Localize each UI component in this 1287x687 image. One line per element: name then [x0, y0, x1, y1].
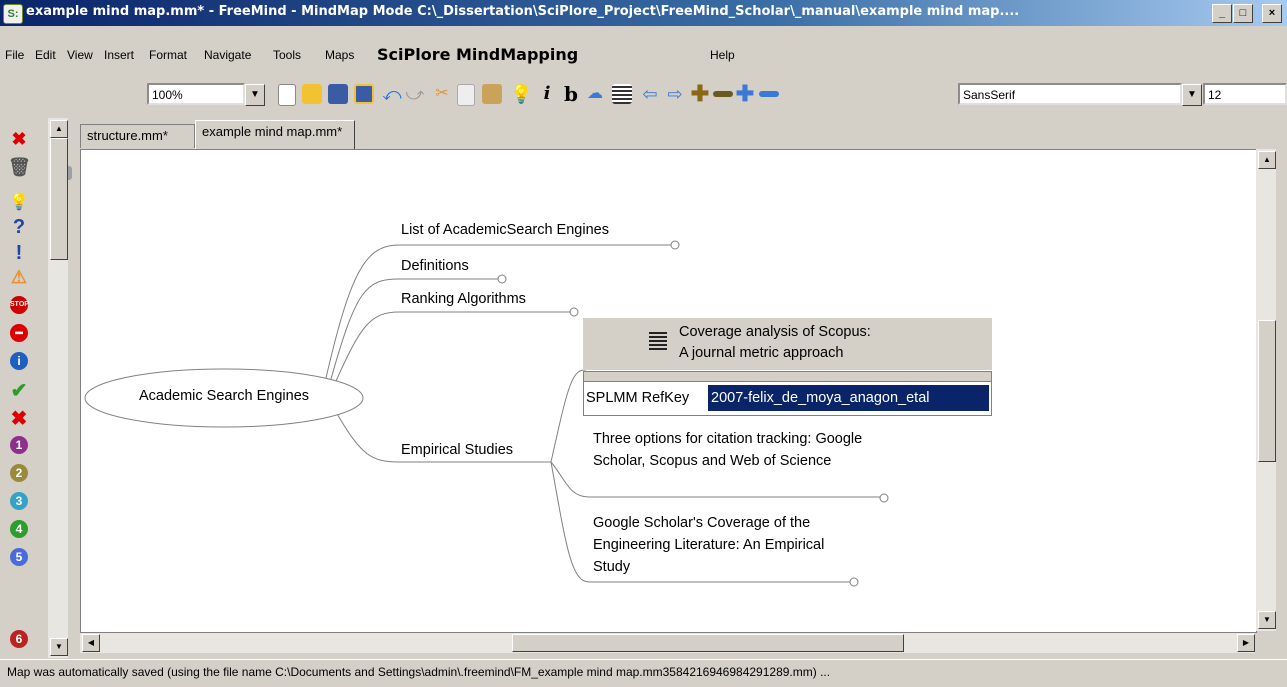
minimize-button[interactable]: _	[1212, 4, 1232, 23]
font-family-dropdown-button[interactable]: ▼	[1182, 84, 1202, 106]
study-title-line1: Coverage analysis of Scopus:	[679, 324, 871, 340]
menu-edit[interactable]: Edit	[35, 48, 56, 62]
save-icon[interactable]	[328, 84, 348, 104]
important-icon[interactable]: !	[8, 242, 30, 264]
study-node-scopus[interactable]: Coverage analysis of Scopus: A journal m…	[583, 318, 992, 370]
attributes-icon[interactable]	[612, 84, 632, 104]
cross-icon[interactable]: ✖	[8, 408, 30, 430]
priority-1-icon[interactable]: 1	[10, 436, 28, 454]
cut-icon[interactable]: ✂	[432, 84, 452, 104]
canvas-vertical-thumb[interactable]	[1258, 320, 1276, 462]
node-empirical-studies[interactable]: Empirical Studies	[401, 442, 513, 458]
stop-sign-icon[interactable]: ━	[10, 324, 28, 342]
save-as-icon[interactable]	[354, 84, 374, 104]
stop-icon[interactable]: STOP	[10, 296, 29, 314]
menu-navigate[interactable]: Navigate	[204, 48, 251, 62]
font-family-select[interactable]: SansSerif	[958, 83, 1182, 105]
attributes-icon	[649, 332, 667, 350]
minus-icon[interactable]	[713, 91, 733, 97]
idea-icon[interactable]: 💡	[8, 192, 30, 214]
menu-file[interactable]: File	[5, 48, 24, 62]
window-title: example mind map.mm* - FreeMind - MindMa…	[26, 4, 1020, 19]
priority-6-icon[interactable]: 6	[10, 630, 28, 648]
priority-3-icon[interactable]: 3	[10, 492, 28, 510]
attribute-key[interactable]: SPLMM RefKey	[586, 390, 689, 406]
paste-icon[interactable]	[482, 84, 502, 104]
node-list-of-engines[interactable]: List of AcademicSearch Engines	[401, 222, 609, 238]
menu-help[interactable]: Help	[710, 48, 735, 62]
study-title-line2: A journal metric approach	[679, 345, 844, 361]
study-node-google-scholar-coverage[interactable]: Google Scholar's Coverage of the Enginee…	[593, 512, 853, 578]
cloud-icon[interactable]: ☁	[585, 84, 605, 104]
priority-2-icon[interactable]: 2	[10, 464, 28, 482]
zoom-select[interactable]: 100%	[147, 83, 245, 105]
undo-icon[interactable]: ⤺	[382, 84, 402, 104]
plus-icon[interactable]: ✚	[690, 83, 710, 105]
canvas-scroll-up-button[interactable]: ▲	[1258, 151, 1276, 169]
menu-tools[interactable]: Tools	[273, 48, 301, 62]
attribute-table-header	[583, 371, 992, 381]
maximize-button[interactable]: □	[1233, 4, 1253, 23]
redo-icon[interactable]: ⤻	[405, 84, 425, 104]
blue-minus-icon[interactable]	[759, 91, 779, 97]
left-arrow-icon[interactable]: ⇦	[640, 84, 660, 104]
study-node-citation-tracking[interactable]: Three options for citation tracking: Goo…	[593, 428, 883, 472]
title-bar: S: example mind map.mm* - FreeMind - Min…	[0, 0, 1287, 26]
menu-insert[interactable]: Insert	[104, 48, 134, 62]
icon-panel-scroll-thumb[interactable]	[50, 138, 68, 260]
copy-icon[interactable]	[457, 84, 475, 106]
status-bar: Map was automatically saved (using the f…	[0, 659, 1287, 687]
font-size-select[interactable]: 12	[1203, 83, 1287, 105]
bold-icon[interactable]: b	[561, 84, 581, 104]
open-icon[interactable]	[302, 84, 322, 104]
canvas-horizontal-thumb[interactable]	[512, 634, 904, 652]
mind-map-canvas[interactable]: Academic Search Engines List of Academic…	[80, 149, 1257, 633]
priority-4-icon[interactable]: 4	[10, 520, 28, 538]
node-definitions[interactable]: Definitions	[401, 258, 469, 274]
info-icon[interactable]: i	[10, 352, 28, 370]
remove-all-icon[interactable]: 🗑	[8, 156, 31, 178]
tab-example-mind-map[interactable]: example mind map.mm*	[195, 120, 355, 149]
canvas-scroll-down-button[interactable]: ▼	[1258, 611, 1276, 629]
menu-maps[interactable]: Maps	[325, 48, 354, 62]
new-icon[interactable]	[278, 84, 296, 106]
idea-icon[interactable]: 💡	[510, 84, 532, 104]
icon-panel-scroll-down-button[interactable]: ▼	[50, 638, 68, 656]
menu-sciplore[interactable]: SciPlore MindMapping	[377, 45, 578, 64]
tab-structure[interactable]: structure.mm*	[80, 124, 195, 148]
italic-icon[interactable]: i	[537, 84, 557, 104]
priority-5-icon[interactable]: 5	[10, 548, 28, 566]
warning-icon[interactable]: ⚠	[8, 266, 30, 288]
menu-format[interactable]: Format	[149, 48, 187, 62]
check-icon[interactable]: ✔	[8, 380, 30, 402]
remove-last-icon[interactable]: ✖	[8, 128, 30, 150]
status-text: Map was automatically saved (using the f…	[7, 665, 831, 679]
root-node[interactable]: Academic Search Engines	[126, 388, 322, 404]
close-button[interactable]: ×	[1262, 4, 1282, 23]
icon-panel: ✖ 🗑 💡 ? ! ⚠ STOP ━ i ✔ ✖ 1 2 3 4 5 6	[0, 118, 48, 658]
node-ranking-algorithms[interactable]: Ranking Algorithms	[401, 291, 526, 307]
attribute-table: SPLMM RefKey 2007-felix_de_moya_anagon_e…	[583, 381, 992, 416]
icon-panel-scroll-up-button[interactable]: ▲	[50, 120, 68, 138]
attribute-value[interactable]: 2007-felix_de_moya_anagon_etal	[708, 385, 989, 411]
menu-view[interactable]: View	[67, 48, 93, 62]
canvas-scroll-right-button[interactable]: ▶	[1237, 634, 1255, 652]
zoom-dropdown-button[interactable]: ▼	[245, 84, 265, 106]
right-arrow-icon[interactable]: ⇨	[665, 84, 685, 104]
blue-plus-icon[interactable]: ✚	[735, 83, 755, 105]
canvas-scroll-left-button[interactable]: ◀	[82, 634, 100, 652]
app-icon: S:	[3, 4, 23, 24]
question-icon[interactable]: ?	[8, 216, 30, 238]
